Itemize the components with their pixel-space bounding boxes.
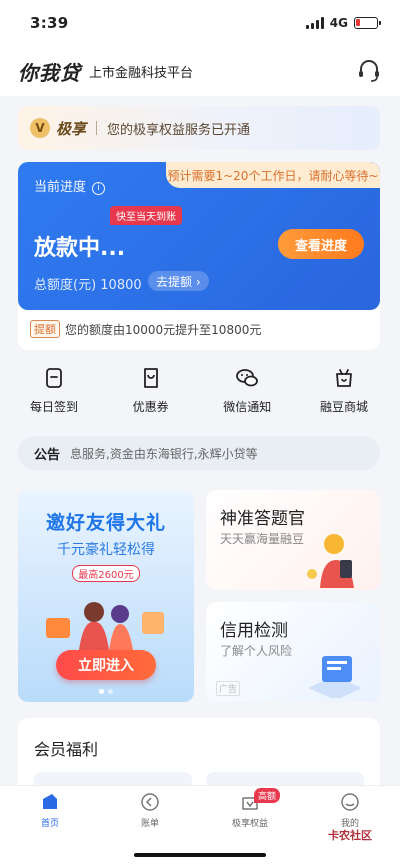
quick-label: 融豆商城 [319, 400, 368, 414]
home-icon [43, 794, 57, 809]
fast-arrival-badge: 快至当天到账 [110, 206, 182, 225]
quiz-illustration [307, 534, 354, 588]
credit-illustration [308, 656, 362, 698]
raise-limit-button[interactable]: 去提额 › [148, 271, 209, 291]
loan-status: 放款中... [34, 236, 126, 261]
wechat-icon [236, 369, 259, 387]
headset-icon[interactable] [356, 58, 382, 84]
total-credit: 总额度(元) 10800 [34, 278, 142, 293]
tab-label: 极享权益 [231, 819, 268, 829]
quiz-subtitle: 天天赢海量融豆 [220, 532, 305, 546]
vip-name: 极享 [56, 119, 87, 138]
quick-mall[interactable]: 融豆商城 [308, 366, 380, 415]
invite-banner[interactable]: 邀好友得大礼 千元豪礼轻松得 最高2600元 立即进入 [18, 490, 194, 702]
gift-illustration [46, 602, 164, 658]
carousel-dots [18, 689, 194, 694]
quick-label: 每日签到 [29, 400, 78, 414]
bill-icon [141, 793, 159, 811]
progress-tip: 预计需要1~20个工作日，请耐心等待~ [166, 162, 380, 188]
view-progress-button[interactable]: 查看进度 [278, 229, 364, 259]
brand-subtitle: 上市金融科技平台 [89, 65, 194, 81]
home-indicator [134, 853, 266, 857]
raise-notice: 提额 您的额度由10000元提升至10800元 [30, 320, 261, 338]
quiz-title: 神准答题官 [220, 509, 305, 529]
bottom-tabbar: 首页 账单 高额 极享权益 我的 卡农社区 [0, 785, 400, 865]
tab-badge: 高额 [254, 788, 281, 803]
quick-wechat[interactable]: 微信通知 [211, 366, 283, 415]
vip-banner[interactable]: V 极享 您的极享权益服务已开通 [18, 106, 380, 150]
notice-text: 息服务,资金由东海银行,永辉小贷等 [70, 446, 258, 461]
notice-bar[interactable]: 公告 息服务,资金由东海银行,永辉小贷等 [18, 436, 380, 470]
watermark-logo: 卡农社区 [328, 829, 372, 842]
invite-tag: 最高2600元 [72, 565, 140, 582]
coupon-icon [143, 368, 158, 388]
credit-subtitle: 了解个人风险 [220, 644, 293, 658]
quiz-card[interactable]: 神准答题官 天天赢海量融豆 [206, 490, 380, 590]
progress-label: 当前进度 [34, 180, 87, 195]
quick-label: 微信通知 [223, 400, 272, 414]
credit-title: 信用检测 [220, 621, 288, 641]
carousel-dot [99, 689, 104, 694]
tab-home[interactable]: 首页 [14, 792, 86, 829]
carousel-dot [108, 689, 113, 694]
status-time: 3:39 [30, 14, 69, 32]
vip-badge-icon: V [30, 118, 50, 138]
raise-tag: 提额 [30, 320, 60, 338]
progress-card: 当前进度 i 预计需要1~20个工作日，请耐心等待~ 快至当天到账 放款中... … [18, 162, 380, 310]
quick-label: 优惠券 [132, 400, 169, 414]
main-content: V 极享 您的极享权益服务已开通 当前进度 i 预计需要1~20个工作日，请耐心等… [0, 96, 400, 865]
progress-label-row: 当前进度 i [34, 176, 106, 195]
credit-check-card[interactable]: 信用检测 了解个人风险 广告 [206, 602, 380, 702]
tab-label: 账单 [140, 819, 159, 829]
enter-now-button[interactable]: 立即进入 [56, 650, 156, 680]
progress-card-wrap: 当前进度 i 预计需要1~20个工作日，请耐心等待~ 快至当天到账 放款中... … [18, 162, 380, 350]
raise-text: 您的额度由10000元提升至10800元 [65, 322, 262, 337]
app-header: 你我贷 上市金融科技平台 [0, 46, 400, 96]
status-bar: 3:39 4G [0, 0, 400, 46]
divider [96, 121, 98, 135]
signal-icon [305, 17, 324, 29]
tab-vip-benefits[interactable]: 高额 极享权益 [214, 788, 286, 829]
quick-actions: 每日签到 优惠券 微信通知 融豆商城 [18, 366, 380, 415]
quick-coupon[interactable]: 优惠券 [115, 366, 187, 415]
member-title: 会员福利 [34, 740, 99, 759]
invite-subtitle: 千元豪礼轻松得 [57, 542, 155, 558]
brand-logo: 你我贷 [18, 60, 81, 85]
info-icon[interactable]: i [92, 181, 106, 195]
status-indicators: 4G [305, 16, 381, 30]
tab-profile[interactable]: 我的 [314, 792, 386, 829]
network-type: 4G [329, 16, 348, 30]
quick-checkin[interactable]: 每日签到 [18, 366, 90, 415]
notice-label: 公告 [34, 447, 61, 463]
checkin-icon [46, 368, 62, 388]
mall-icon [336, 369, 352, 387]
battery-icon [354, 17, 381, 29]
ad-tag: 广告 [216, 681, 241, 696]
tab-bill[interactable]: 账单 [114, 792, 186, 829]
profile-icon [341, 793, 359, 811]
invite-title: 邀好友得大礼 [45, 512, 166, 534]
tab-label: 首页 [40, 819, 59, 829]
vip-text: 您的极享权益服务已开通 [107, 122, 251, 138]
